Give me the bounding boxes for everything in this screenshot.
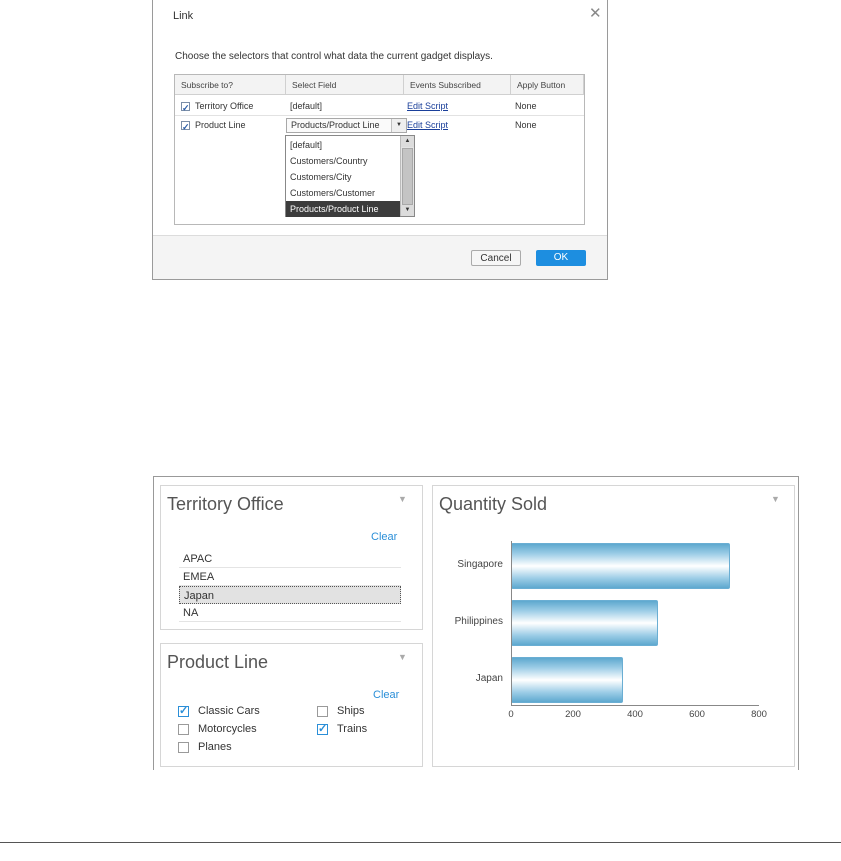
bar-philippines[interactable]	[511, 600, 659, 646]
subscribe-checkbox-territory[interactable]	[181, 99, 190, 118]
scroll-down-icon[interactable]: ▼	[401, 205, 414, 216]
x-tick-label: 0	[508, 709, 514, 720]
list-item[interactable]: EMEA	[179, 568, 401, 586]
category-label: Philippines	[454, 616, 503, 627]
link-dialog: Link ✕ Choose the selectors that control…	[152, 0, 608, 280]
row-apply: None	[515, 120, 537, 130]
scrollbar-thumb[interactable]	[402, 148, 413, 205]
subscribe-checkbox-product-line[interactable]	[181, 118, 190, 137]
dropdown-option[interactable]: Customers/Country	[286, 153, 400, 169]
bar-singapore[interactable]	[511, 543, 730, 589]
panel-title: Territory Office	[167, 494, 284, 514]
x-axis-line	[511, 705, 759, 706]
panel-title: Product Line	[167, 652, 269, 672]
bar-chart: Singapore Philippines Japan 0 200 400 600 800	[433, 486, 794, 766]
list-item-selected[interactable]: Japan	[179, 586, 401, 604]
checkbox-label[interactable]: Trains	[337, 723, 367, 735]
edit-script-link[interactable]: Edit Script	[407, 97, 448, 116]
chevron-down-icon[interactable]: ▼	[391, 119, 406, 132]
scroll-up-icon[interactable]: ▲	[401, 136, 414, 147]
territory-office-panel: Territory Office ▼ Clear APAC EMEA Japan…	[160, 485, 423, 630]
checkbox-label[interactable]: Motorcycles	[198, 723, 257, 735]
checkbox-planes[interactable]	[178, 742, 189, 753]
list-item[interactable]: NA	[179, 604, 401, 622]
column-header-events: Events Subscribed	[404, 75, 511, 95]
dropdown-option-selected[interactable]: Products/Product Line	[286, 201, 400, 217]
checkbox-label[interactable]: Planes	[198, 741, 232, 753]
dropdown-option[interactable]: Customers/Customer	[286, 185, 400, 201]
product-line-panel: Product Line ▼ Clear Classic Cars Ships …	[160, 643, 423, 767]
select-field-combo[interactable]: Products/Product Line ▼	[286, 118, 407, 133]
checkbox-motorcycles[interactable]	[178, 724, 189, 735]
category-label: Japan	[475, 673, 503, 684]
select-field-dropdown[interactable]: [default] Customers/Country Customers/Ci…	[285, 135, 415, 217]
clear-link[interactable]: Clear	[371, 531, 397, 543]
row-name: Product Line	[195, 120, 246, 130]
page-divider	[0, 842, 841, 843]
combo-value: Products/Product Line	[291, 120, 380, 130]
bar-japan[interactable]	[511, 657, 623, 703]
y-axis-line	[511, 541, 512, 705]
edit-script-link[interactable]: Edit Script	[407, 116, 448, 135]
column-header-select-field: Select Field	[286, 75, 404, 95]
checkbox-ships[interactable]	[317, 706, 328, 717]
x-tick-label: 200	[565, 709, 581, 720]
category-label: Singapore	[457, 559, 503, 570]
checkbox-trains[interactable]	[317, 722, 328, 735]
list-item[interactable]: APAC	[179, 550, 401, 568]
dialog-description: Choose the selectors that control what d…	[175, 51, 493, 62]
x-tick-label: 600	[689, 709, 705, 720]
checkbox-classic-cars[interactable]	[178, 704, 189, 717]
column-header-subscribe: Subscribe to?	[175, 75, 286, 95]
dashboard: Territory Office ▼ Clear APAC EMEA Japan…	[153, 476, 799, 770]
dropdown-option[interactable]: [default]	[286, 137, 400, 153]
dropdown-scrollbar[interactable]: ▲ ▼	[400, 136, 414, 216]
cancel-button[interactable]: Cancel	[471, 250, 521, 266]
panel-menu-icon[interactable]: ▼	[398, 652, 407, 662]
dialog-title: Link	[173, 10, 194, 22]
row-name: Territory Office	[195, 101, 254, 111]
dropdown-option[interactable]: Customers/City	[286, 169, 400, 185]
row-apply: None	[515, 101, 537, 111]
quantity-sold-panel: Quantity Sold ▼ Singapore Philippines Japa…	[432, 485, 795, 767]
x-tick-label: 800	[751, 709, 767, 720]
panel-menu-icon[interactable]: ▼	[398, 494, 407, 504]
clear-link[interactable]: Clear	[373, 689, 399, 701]
x-tick-label: 400	[627, 709, 643, 720]
checkbox-label[interactable]: Classic Cars	[198, 705, 260, 717]
table-row: Product Line Products/Product Line ▼ Edi…	[175, 116, 584, 137]
row-field[interactable]: [default]	[290, 97, 322, 116]
table-row: Territory Office [default] Edit Script N…	[175, 97, 584, 118]
close-icon[interactable]: ✕	[589, 4, 602, 22]
ok-button[interactable]: OK	[536, 250, 586, 266]
checkbox-label[interactable]: Ships	[337, 705, 365, 717]
column-header-apply: Apply Button	[511, 75, 584, 95]
